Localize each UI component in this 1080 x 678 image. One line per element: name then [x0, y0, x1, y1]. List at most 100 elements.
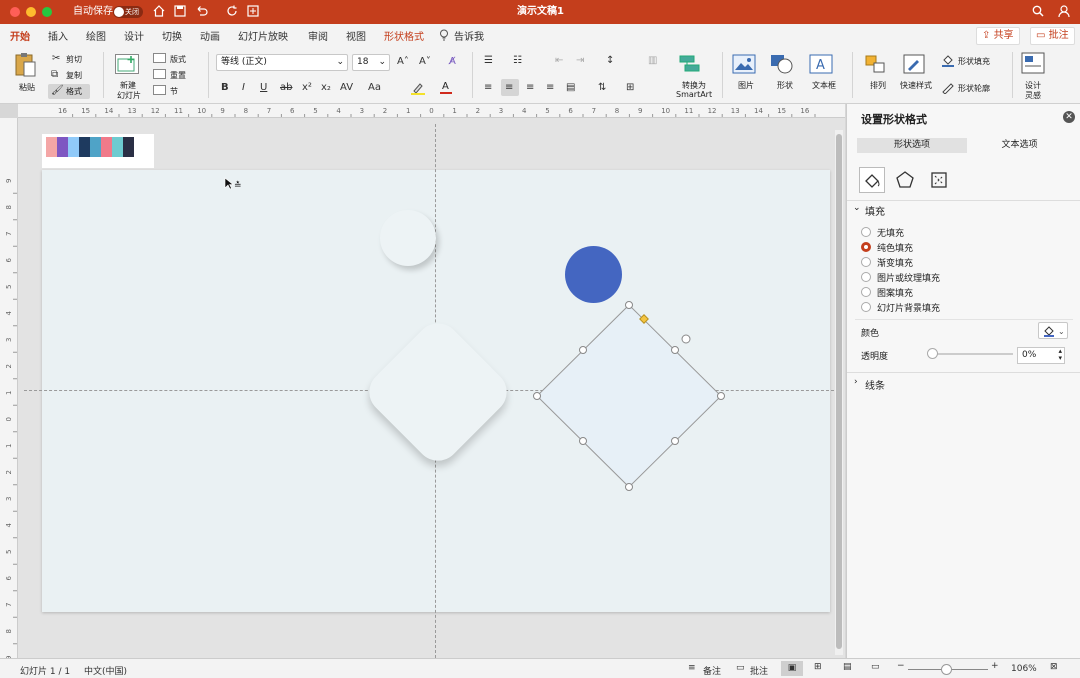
transparency-input[interactable]: 0% ▴ ▾: [1017, 347, 1065, 364]
bold-icon[interactable]: B: [221, 82, 229, 94]
tab-shape-format[interactable]: 形状格式: [384, 28, 424, 43]
normal-view-button[interactable]: ▣: [781, 661, 803, 676]
strikethrough-icon[interactable]: ab: [280, 82, 292, 94]
language-indicator[interactable]: 中文(中国): [84, 664, 127, 677]
tell-me-search[interactable]: 告诉我: [454, 28, 484, 43]
color-swatch[interactable]: [46, 137, 57, 157]
slide-canvas[interactable]: ≛: [18, 118, 845, 658]
align-right-icon[interactable]: ≡: [526, 82, 534, 94]
color-swatch[interactable]: [57, 137, 68, 157]
slideshow-icon[interactable]: ▭: [871, 662, 880, 672]
color-swatch[interactable]: [101, 137, 112, 157]
paste-icon[interactable]: [14, 52, 36, 78]
tab-animations[interactable]: 动画: [200, 28, 220, 43]
zoom-slider-thumb[interactable]: [941, 664, 952, 675]
minimize-window-button[interactable]: [26, 7, 36, 17]
change-case-icon[interactable]: Aa: [368, 82, 381, 94]
font-size-select[interactable]: 18 ⌄: [352, 54, 390, 71]
notes-button[interactable]: 备注: [703, 664, 721, 677]
char-spacing-icon[interactable]: AV: [340, 82, 353, 94]
circle-shape-neumorphic[interactable]: [380, 210, 436, 266]
font-name-select[interactable]: 等线 (正文) ⌄: [216, 54, 348, 71]
maximize-window-button[interactable]: [42, 7, 52, 17]
tab-slideshow[interactable]: 幻灯片放映: [238, 28, 288, 43]
search-icon[interactable]: [1032, 5, 1044, 17]
share-button[interactable]: ⇪ 共享: [976, 27, 1020, 45]
copy-label[interactable]: 复制: [66, 70, 82, 81]
layout-icon[interactable]: [153, 53, 166, 63]
tab-design[interactable]: 设计: [124, 28, 144, 43]
distributed-icon[interactable]: ▤: [566, 82, 575, 94]
close-pane-button[interactable]: ✕: [1063, 111, 1075, 123]
color-swatch[interactable]: [123, 137, 134, 157]
reading-view-icon[interactable]: ▤: [843, 662, 852, 672]
zoom-out-icon[interactable]: −: [897, 661, 905, 671]
align-center-button[interactable]: ≡: [501, 79, 519, 96]
color-swatch-strip[interactable]: [42, 134, 154, 168]
fill-line-tab[interactable]: [859, 167, 885, 193]
save-icon[interactable]: [174, 5, 186, 17]
section-fill-header[interactable]: 填充: [865, 203, 885, 218]
bullets-icon[interactable]: ☰: [484, 55, 493, 67]
notes-icon[interactable]: ≡: [688, 663, 696, 673]
color-swatch[interactable]: [68, 137, 79, 157]
columns-icon[interactable]: ▥: [648, 55, 657, 67]
superscript-icon[interactable]: x²: [302, 82, 312, 94]
color-swatch[interactable]: [79, 137, 90, 157]
picture-icon[interactable]: [732, 54, 756, 74]
transparency-slider-thumb[interactable]: [927, 348, 938, 359]
comments-button[interactable]: ▭ 批注: [1030, 27, 1075, 45]
shapes-icon[interactable]: [770, 54, 794, 74]
justify-icon[interactable]: ≡: [546, 82, 554, 94]
transparency-slider-track[interactable]: [931, 353, 1013, 355]
textbox-icon[interactable]: A: [809, 54, 833, 74]
designer-icon[interactable]: [1021, 52, 1045, 74]
clear-format-icon[interactable]: A̸: [449, 56, 456, 68]
selected-diamond-shape[interactable]: [528, 298, 748, 498]
increase-indent-icon[interactable]: ⇥: [576, 55, 584, 67]
undo-icon[interactable]: [195, 5, 209, 17]
tab-review[interactable]: 审阅: [308, 28, 328, 43]
section-line-header[interactable]: 线条: [865, 377, 885, 392]
smartart-icon[interactable]: [679, 54, 703, 74]
arrange-icon[interactable]: [864, 54, 888, 74]
line-spacing-icon[interactable]: ↕: [606, 55, 614, 67]
grow-font-icon[interactable]: A˄: [397, 56, 409, 68]
fit-slide-icon[interactable]: ⊠: [1050, 662, 1058, 672]
effects-tab-pentagon-icon[interactable]: [893, 168, 917, 192]
home-icon[interactable]: [153, 5, 165, 17]
align-left-icon[interactable]: ≡: [484, 82, 492, 94]
underline-icon[interactable]: U: [260, 82, 267, 94]
vertical-scrollbar[interactable]: [835, 130, 843, 655]
zoom-in-icon[interactable]: +: [991, 661, 999, 671]
customize-icon[interactable]: [247, 5, 259, 17]
tab-transitions[interactable]: 切换: [162, 28, 182, 43]
format-painter-button[interactable]: 🖌 格式: [48, 84, 90, 99]
reset-label[interactable]: 重置: [170, 70, 186, 81]
cut-icon[interactable]: ✂: [52, 53, 60, 65]
size-properties-tab-icon[interactable]: [927, 168, 951, 192]
font-color-icon[interactable]: A: [440, 81, 452, 95]
slide-sorter-icon[interactable]: ⊞: [814, 662, 822, 672]
numbering-icon[interactable]: ☷: [513, 55, 522, 67]
shape-outline-label[interactable]: 形状轮廓: [958, 83, 990, 94]
tab-draw[interactable]: 绘图: [86, 28, 106, 43]
tab-text-options[interactable]: 文本选项: [967, 138, 1072, 153]
shape-fill-icon[interactable]: [942, 54, 954, 67]
layout-label[interactable]: 版式: [170, 54, 186, 65]
tab-view[interactable]: 视图: [346, 28, 366, 43]
shrink-font-icon[interactable]: A˅: [419, 56, 431, 68]
redo-icon[interactable]: [226, 5, 238, 17]
cut-label[interactable]: 剪切: [66, 54, 82, 65]
autosave-toggle[interactable]: 关闭: [113, 6, 143, 18]
text-direction-icon[interactable]: ⇅: [598, 82, 606, 94]
quick-styles-icon[interactable]: [903, 54, 927, 74]
scroll-thumb[interactable]: [836, 134, 842, 649]
color-picker-button[interactable]: ⌄: [1038, 322, 1068, 339]
decrease-indent-icon[interactable]: ⇤: [555, 55, 563, 67]
account-icon[interactable]: [1058, 5, 1070, 18]
blue-circle-shape[interactable]: [565, 246, 622, 303]
shape-outline-icon[interactable]: [942, 81, 954, 95]
shape-fill-label[interactable]: 形状填充: [958, 56, 990, 67]
tab-insert[interactable]: 插入: [48, 28, 68, 43]
